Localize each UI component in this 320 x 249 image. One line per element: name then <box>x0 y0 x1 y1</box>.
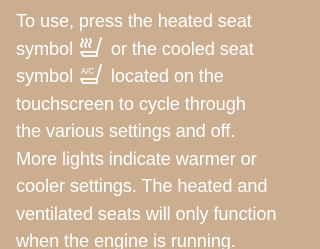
text-line-3-start: symbol <box>16 66 78 86</box>
cooled-seat-icon: A/C <box>79 64 105 86</box>
text-line-1: To use, press the heated seat <box>16 11 252 31</box>
text-line-3: symbol A/C located on the <box>16 63 302 91</box>
text-line-4: touchscreen to cycle through <box>16 93 246 114</box>
text-line-2-end: or the cooled seat <box>105 38 254 59</box>
cooled-seat-label: A/C <box>81 67 94 76</box>
text-line-9: when the engine is running. <box>16 231 236 249</box>
heated-seat-icon <box>79 36 105 59</box>
text-line-8: ventilated seats will only function <box>16 203 277 224</box>
instruction-panel: To use, press the heated seat symbol or … <box>0 0 304 249</box>
text-line-2: symbol or the cooled seat <box>16 36 302 64</box>
instruction-paragraph: To use, press the heated seat symbol or … <box>16 0 302 249</box>
text-line-3-end: located on the <box>105 66 224 86</box>
text-line-2-start: symbol <box>16 38 78 59</box>
text-line-6: More lights indicate warmer or <box>16 148 257 169</box>
text-line-7: cooler settings. The heated and <box>16 176 268 196</box>
text-line-5: the various settings and off. <box>16 121 236 141</box>
